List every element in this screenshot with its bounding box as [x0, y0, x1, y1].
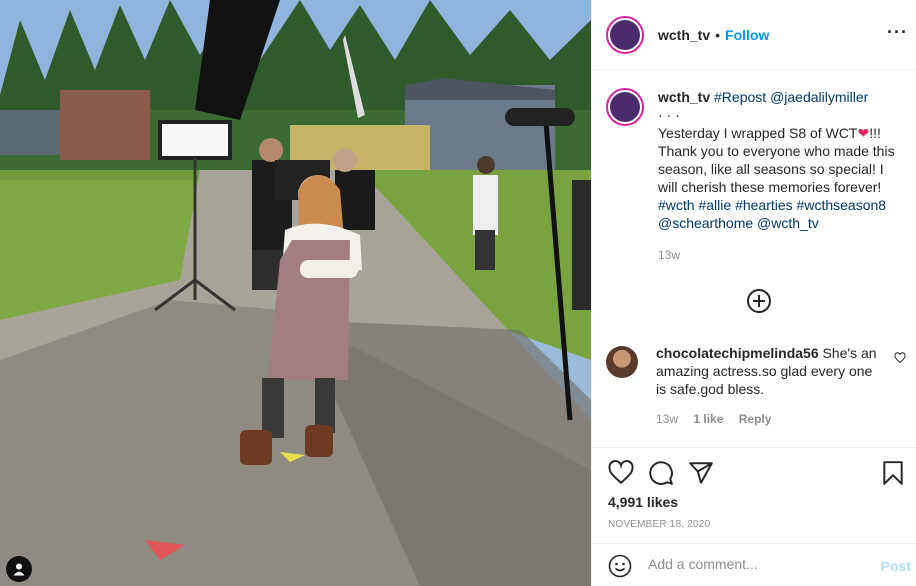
mention-link[interactable]: @wcth_tv — [757, 215, 819, 231]
mention-link[interactable]: @jaedalilymiller — [770, 89, 868, 105]
caption-age[interactable]: 13w — [658, 246, 903, 264]
caption-body-start: Yesterday I wrapped S8 of WCT — [658, 125, 858, 141]
post-comment-button[interactable]: Post — [881, 558, 911, 574]
user-icon — [13, 563, 25, 576]
comment-heart-icon[interactable] — [894, 352, 906, 364]
caption-dots: · · · — [658, 107, 680, 123]
comment-item: chocolatechipmelinda56 She's an amazing … — [606, 344, 906, 428]
red-heart-emoji: ❤ — [857, 125, 870, 141]
commenter-username[interactable]: chocolatechipmelinda56 — [656, 345, 819, 361]
emoji-icon[interactable] — [608, 554, 632, 578]
caption-avatar-logo — [610, 92, 640, 122]
comment-icon[interactable] — [648, 460, 674, 486]
action-icons — [608, 460, 916, 486]
action-section: 4,991 likes NOVEMBER 18, 2020 Post — [592, 447, 916, 586]
comment-text: chocolatechipmelinda56 She's an amazing … — [656, 344, 881, 428]
comment-likes[interactable]: 1 like — [693, 412, 723, 426]
post-header: wcth_tv • Follow ··· — [592, 0, 916, 70]
post-photo[interactable] — [0, 0, 591, 586]
heart-icon[interactable] — [608, 460, 634, 486]
comment-age[interactable]: 13w — [656, 412, 678, 426]
follow-button[interactable]: Follow — [725, 27, 769, 43]
comment-actions: 13w 1 like Reply — [656, 410, 881, 428]
avatar-logo — [610, 19, 640, 50]
more-options-icon[interactable]: ··· — [887, 22, 908, 43]
post-date[interactable]: NOVEMBER 18, 2020 — [608, 519, 710, 530]
username-link[interactable]: wcth_tv — [658, 27, 710, 43]
load-more-comments-button[interactable] — [747, 289, 771, 313]
profile-avatar[interactable] — [606, 15, 644, 54]
user-tags-button[interactable] — [6, 556, 32, 582]
comment-input[interactable] — [648, 556, 868, 572]
caption-avatar[interactable] — [606, 88, 644, 126]
hashtag-link[interactable]: #wcth — [658, 197, 695, 213]
likes-count[interactable]: 4,991 likes — [608, 494, 678, 510]
hashtag-link[interactable]: #hearties — [735, 197, 793, 213]
hashtag-link[interactable]: #wcthseason8 — [797, 197, 887, 213]
hashtag-repost[interactable]: #Repost — [714, 89, 766, 105]
mention-link[interactable]: @schearthome — [658, 215, 753, 231]
add-comment-bar: Post — [592, 543, 916, 586]
separator-dot: • — [715, 26, 721, 43]
hashtag-link[interactable]: #allie — [698, 197, 731, 213]
caption-username[interactable]: wcth_tv — [658, 89, 710, 105]
photo-illustration — [0, 0, 591, 586]
post-side-panel: wcth_tv • Follow ··· wcth_tv #Repost @ja… — [591, 0, 916, 586]
bookmark-icon[interactable] — [880, 460, 906, 486]
caption-block: wcth_tv #Repost @jaedalilymiller · · · Y… — [606, 88, 906, 264]
share-icon[interactable] — [688, 460, 714, 486]
commenter-avatar[interactable] — [606, 346, 638, 378]
reply-button[interactable]: Reply — [739, 412, 772, 426]
caption-text: wcth_tv #Repost @jaedalilymiller · · · Y… — [658, 88, 903, 264]
